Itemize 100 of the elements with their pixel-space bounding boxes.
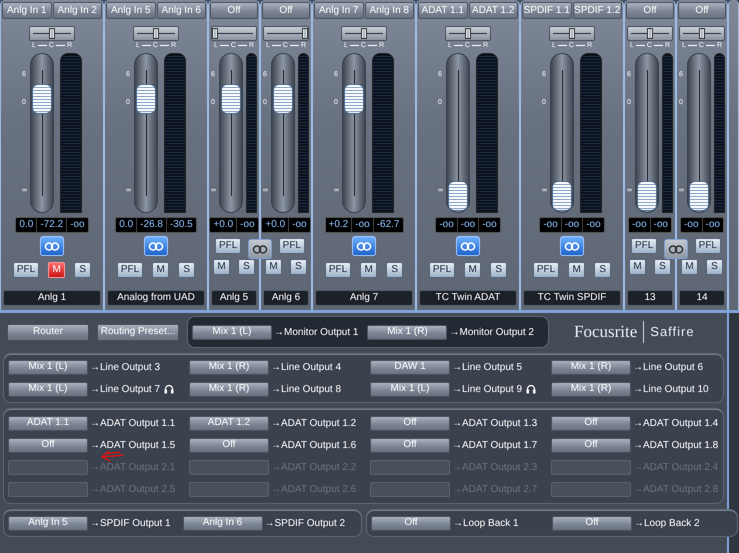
stereo-link-button[interactable]	[352, 236, 376, 256]
fader-track[interactable]	[271, 53, 295, 213]
input-selector[interactable]: Off	[626, 2, 674, 19]
fader-thumb[interactable]	[136, 84, 156, 114]
channel-toggle-button[interactable]: M	[265, 259, 282, 275]
source-selector[interactable]: Mix 1 (R)	[189, 382, 269, 396]
source-selector[interactable]: Off	[370, 416, 450, 430]
stereo-link-button[interactable]	[144, 236, 168, 256]
input-selector[interactable]: ADAT 1.2	[468, 2, 518, 19]
channel-toggle-button[interactable]: M	[152, 262, 170, 278]
pan-slider[interactable]	[627, 26, 673, 41]
router-button[interactable]: Routing Preset...	[97, 324, 179, 340]
channel-toggle-button[interactable]: M	[360, 262, 378, 278]
input-selector[interactable]: Off	[210, 2, 258, 19]
fader-thumb[interactable]	[552, 181, 572, 211]
pan-thumb[interactable]	[647, 28, 653, 39]
channel-toggle-button[interactable]: S	[74, 262, 92, 278]
source-selector[interactable]: Mix 1 (R)	[367, 324, 448, 340]
input-selector[interactable]: Anlg In 2	[52, 2, 102, 19]
channel-toggle-button[interactable]: PFL	[324, 262, 352, 278]
fader-track[interactable]	[219, 53, 243, 213]
channel-toggle-button[interactable]: S	[706, 259, 723, 275]
source-selector[interactable]: Mix 1 (R)	[189, 360, 269, 374]
channel-toggle-button[interactable]: PFL	[694, 238, 721, 254]
input-selector[interactable]: Anlg In 1	[2, 2, 52, 19]
source-selector[interactable]: Off	[371, 516, 451, 530]
stereo-link-button[interactable]	[456, 236, 480, 256]
source-selector[interactable]: ADAT 1.2	[189, 416, 269, 430]
fader-track[interactable]	[134, 53, 158, 213]
channel-toggle-button[interactable]: M	[681, 259, 698, 275]
fader-track[interactable]	[635, 53, 659, 213]
pan-thumb[interactable]	[569, 28, 575, 39]
channel-toggle-button[interactable]: M	[568, 262, 586, 278]
channel-toggle-button[interactable]: PFL	[631, 238, 658, 254]
stereo-link-button[interactable]	[664, 239, 688, 259]
source-selector[interactable]: Mix 1 (R)	[551, 360, 631, 374]
input-selector[interactable]: Anlg In 8	[364, 2, 414, 19]
fader-track[interactable]	[30, 53, 54, 213]
channel-toggle-button[interactable]: M	[629, 259, 646, 275]
fader-thumb[interactable]	[689, 181, 709, 211]
input-selector[interactable]: Off	[262, 2, 310, 19]
pan-slider[interactable]	[341, 26, 387, 41]
fader-thumb[interactable]	[273, 84, 293, 114]
source-selector[interactable]: Off	[552, 516, 632, 530]
fader-track[interactable]	[342, 53, 366, 213]
fader-track[interactable]	[550, 53, 574, 213]
channel-toggle-button[interactable]: S	[386, 262, 404, 278]
channel-toggle-button[interactable]: S	[290, 259, 307, 275]
channel-toggle-button[interactable]: PFL	[278, 238, 305, 254]
source-selector[interactable]: Off	[551, 416, 631, 430]
channel-toggle-button[interactable]: PFL	[12, 262, 40, 278]
fader-thumb[interactable]	[221, 84, 241, 114]
channel-toggle-button[interactable]: S	[594, 262, 612, 278]
pan-thumb[interactable]	[212, 28, 218, 39]
channel-toggle-button[interactable]: M	[464, 262, 482, 278]
source-selector[interactable]: Mix 1 (R)	[551, 382, 631, 396]
pan-slider[interactable]	[445, 26, 491, 41]
source-selector[interactable]: Mix 1 (L)	[8, 382, 88, 396]
channel-toggle-button[interactable]: PFL	[428, 262, 456, 278]
source-selector[interactable]: Off	[189, 438, 269, 452]
input-selector[interactable]: ADAT 1.1	[418, 2, 468, 19]
pan-thumb[interactable]	[302, 28, 308, 39]
channel-toggle-button[interactable]: S	[238, 259, 255, 275]
fader-track[interactable]	[687, 53, 711, 213]
pan-slider[interactable]	[133, 26, 179, 41]
fader-thumb[interactable]	[448, 181, 468, 211]
source-selector[interactable]: Mix 1 (L)	[8, 360, 88, 374]
channel-toggle-button[interactable]: S	[490, 262, 508, 278]
channel-toggle-button[interactable]: S	[178, 262, 196, 278]
source-selector[interactable]: Mix 1 (L)	[192, 324, 272, 340]
source-selector[interactable]: Off	[8, 438, 88, 452]
source-selector[interactable]: Off	[551, 438, 631, 452]
source-selector[interactable]: ADAT 1.1	[8, 416, 88, 430]
fader-thumb[interactable]	[637, 181, 657, 211]
fader-thumb[interactable]	[344, 84, 364, 114]
stereo-link-button[interactable]	[248, 239, 272, 259]
router-button[interactable]: Router	[7, 324, 89, 340]
input-selector[interactable]: SPDIF 1.1	[522, 2, 572, 19]
channel-toggle-button[interactable]: PFL	[532, 262, 560, 278]
stereo-link-button[interactable]	[560, 236, 584, 256]
input-selector[interactable]: Anlg In 7	[314, 2, 364, 19]
pan-slider[interactable]	[263, 26, 309, 41]
fader-thumb[interactable]	[32, 84, 52, 114]
source-selector[interactable]: Off	[370, 438, 450, 452]
channel-toggle-button[interactable]: PFL	[116, 262, 144, 278]
channel-toggle-button[interactable]: S	[654, 259, 671, 275]
pan-slider[interactable]	[29, 26, 75, 41]
input-selector[interactable]: SPDIF 1.2	[572, 2, 622, 19]
stereo-link-button[interactable]	[40, 236, 64, 256]
pan-slider[interactable]	[211, 26, 257, 41]
pan-slider[interactable]	[549, 26, 595, 41]
pan-thumb[interactable]	[153, 28, 159, 39]
channel-toggle-button[interactable]: M	[213, 259, 230, 275]
input-selector[interactable]: Anlg In 6	[156, 2, 206, 19]
pan-slider[interactable]	[679, 26, 725, 41]
channel-toggle-button[interactable]: PFL	[215, 238, 242, 254]
source-selector[interactable]: Anlg In 6	[182, 516, 262, 530]
pan-thumb[interactable]	[49, 28, 55, 39]
source-selector[interactable]: Anlg In 5	[8, 516, 88, 530]
channel-toggle-button[interactable]: M	[48, 262, 66, 278]
